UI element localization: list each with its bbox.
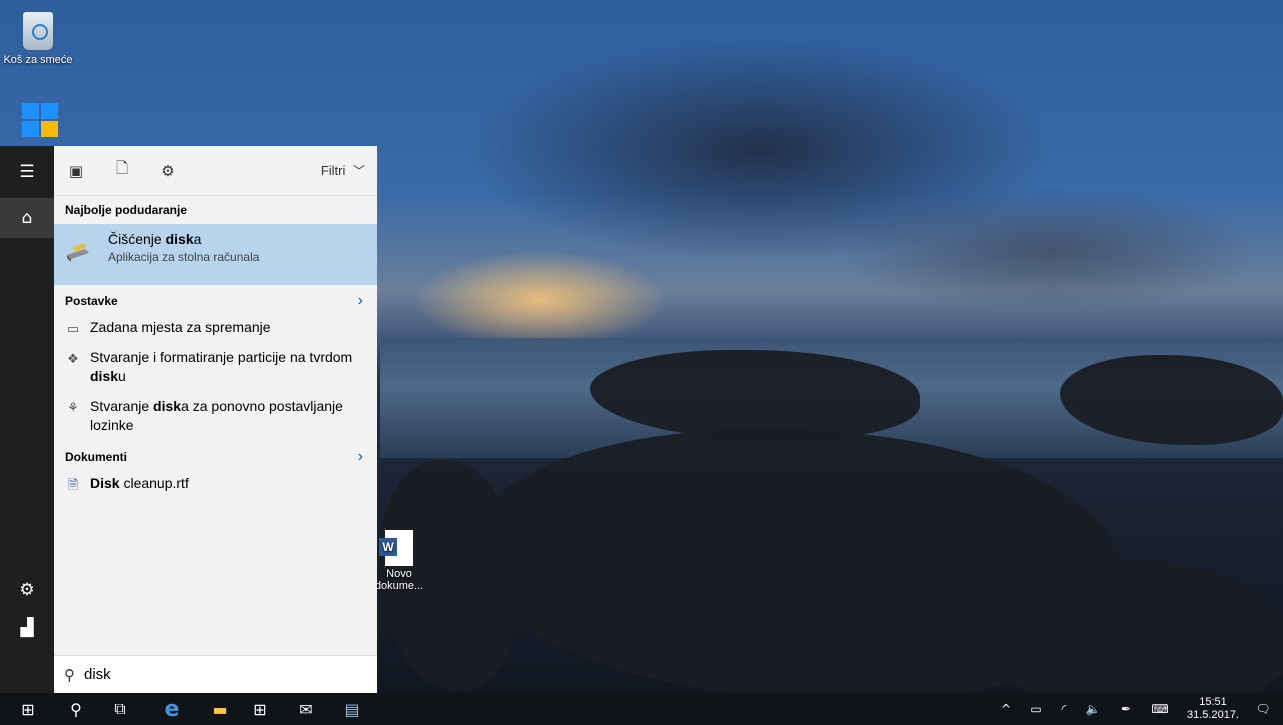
pen-button[interactable]: ✒ — [1116, 693, 1136, 725]
control-panel-icon: ▤ — [344, 699, 360, 719]
store-button[interactable]: ⊞ — [236, 693, 284, 725]
settings-result-item[interactable]: ❖ Stvaranje i formatiranje particije na … — [54, 348, 377, 386]
windows-shortcut-icon[interactable] — [22, 103, 62, 139]
speaker-icon: 🔈 — [1085, 702, 1101, 716]
search-box[interactable]: ⚲ — [54, 655, 377, 693]
notification-icon: 🗨 — [1255, 702, 1271, 716]
edge-icon: e — [164, 696, 180, 722]
hamburger-menu-button[interactable]: ☰ — [0, 152, 54, 192]
document-icon: 🗋 — [115, 159, 129, 177]
network-button[interactable]: ◜ — [1054, 693, 1074, 725]
documents-filter-button[interactable]: 🗋 — [112, 159, 132, 181]
battery-button[interactable]: ▭ — [1026, 693, 1046, 725]
best-match-title: Čišćenje diska — [108, 231, 202, 247]
clock[interactable]: 15:51 31.5.2017. — [1187, 696, 1239, 722]
touch-keyboard-button[interactable]: ⌨ — [1146, 693, 1174, 725]
chevron-right-icon: › — [357, 448, 363, 465]
search-results-panel: ▣ 🗋 ⚙ Filtri ﹀ Najbolje podudaranje Čišć… — [54, 146, 377, 693]
panel-toolbar: ▣ 🗋 ⚙ Filtri ﹀ — [54, 146, 377, 196]
show-hidden-icons-button[interactable]: ^ — [996, 693, 1016, 725]
search-input[interactable] — [84, 666, 344, 683]
chevron-down-icon: ﹀ — [352, 164, 365, 178]
recycle-bin-icon — [23, 12, 53, 50]
home-icon: ⌂ — [21, 208, 33, 228]
filters-dropdown[interactable]: Filtri ﹀ — [321, 162, 365, 179]
start-menu-rail: ☰ ⌂ ⚙ ▟ — [0, 146, 54, 693]
settings-result-item[interactable]: ⚘ Stvaranje diska za ponovno postavljanj… — [54, 397, 377, 435]
apps-filter-button[interactable]: ▣ — [66, 161, 86, 181]
task-view-icon: ⧉ — [114, 699, 126, 718]
mail-button[interactable]: ✉ — [282, 693, 330, 725]
best-match-subtitle: Aplikacija za stolna računala — [108, 250, 260, 264]
gear-icon: ⚙ — [161, 161, 175, 180]
settings-result-item[interactable]: ▭ Zadana mjesta za spremanje — [54, 318, 377, 337]
folder-icon: ▬ — [212, 699, 228, 719]
settings-filter-button[interactable]: ⚙ — [158, 161, 178, 181]
word-document-icon — [379, 530, 413, 566]
settings-section-header[interactable]: Postavke › — [54, 287, 377, 315]
desktop-icon-recycle-bin[interactable]: Koš za smeće — [0, 12, 76, 66]
windows-logo-icon: ⊞ — [21, 699, 35, 719]
word-document-icon: 🗎 — [67, 476, 79, 492]
mail-icon: ✉ — [299, 699, 313, 719]
keyboard-icon: ⌨ — [1151, 702, 1169, 716]
chevron-right-icon: › — [357, 292, 363, 309]
settings-button[interactable]: ⚙ — [0, 570, 54, 610]
filters-label: Filtri — [320, 163, 346, 178]
disk-management-icon: ❖ — [67, 350, 79, 366]
password-reset-icon: ⚘ — [67, 399, 79, 415]
home-button[interactable]: ⌂ — [0, 198, 54, 238]
search-icon: ⚲ — [70, 699, 82, 719]
start-button[interactable]: ⊞ — [8, 693, 48, 725]
edge-button[interactable]: e — [148, 693, 196, 725]
drive-icon: ▭ — [66, 320, 80, 336]
clock-date: 31.5.2017. — [1187, 709, 1239, 721]
volume-button[interactable]: 🔈 — [1082, 693, 1104, 725]
wallpaper-rock — [960, 560, 1283, 693]
gear-icon: ⚙ — [19, 580, 35, 600]
best-match-result[interactable]: Čišćenje diska Aplikacija za stolna raču… — [54, 224, 377, 285]
battery-icon: ▭ — [1030, 702, 1042, 716]
desktop-icon-label: Novo dokume... — [374, 568, 424, 592]
wifi-icon: ◜ — [1061, 702, 1067, 716]
task-view-button[interactable]: ⧉ — [96, 693, 144, 725]
chevron-up-icon: ^ — [1000, 702, 1012, 716]
disk-cleanup-icon — [67, 243, 89, 262]
best-match-header: Najbolje podudaranje — [65, 203, 188, 217]
store-icon: ⊞ — [253, 699, 267, 719]
clock-time: 15:51 — [1199, 696, 1227, 708]
desktop-icon-label: Koš za smeće — [3, 54, 73, 66]
user-icon: ▟ — [20, 618, 34, 638]
taskbar: ⊞ ⚲ ⧉ e ▬ ⊞ ✉ ▤ ^ ▭ ◜ 🔈 ✒ ⌨ 15:51 31.5.2… — [0, 693, 1283, 725]
document-result-item[interactable]: 🗎 Disk cleanup.rtf — [54, 474, 377, 493]
action-center-button[interactable]: 🗨 — [1250, 693, 1276, 725]
menu-icon: ☰ — [19, 162, 35, 182]
search-button[interactable]: ⚲ — [52, 693, 100, 725]
desktop-icon-word-document[interactable]: Novo dokume... — [372, 530, 426, 592]
pen-icon: ✒ — [1120, 702, 1132, 716]
user-button[interactable]: ▟ — [0, 608, 54, 648]
app-window-icon: ▣ — [68, 161, 84, 180]
documents-section-header[interactable]: Dokumenti › — [54, 443, 377, 471]
search-icon: ⚲ — [64, 665, 75, 684]
control-panel-button[interactable]: ▤ — [328, 693, 376, 725]
